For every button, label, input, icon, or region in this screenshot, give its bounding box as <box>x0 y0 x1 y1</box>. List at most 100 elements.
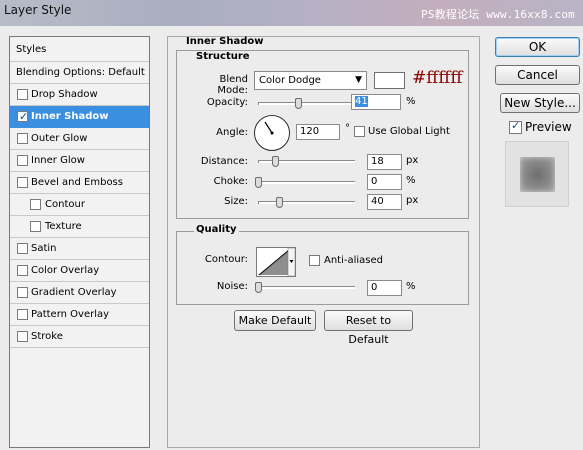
noise-slider[interactable] <box>258 286 355 289</box>
checkmark-icon: ✓ <box>511 119 521 132</box>
chevron-down-icon: ▼ <box>355 75 362 85</box>
style-item-bevel-emboss[interactable]: Bevel and Emboss <box>10 172 149 194</box>
size-slider[interactable] <box>258 201 355 204</box>
blending-options-item[interactable]: Blending Options: Default <box>10 62 149 84</box>
style-item-stroke[interactable]: Stroke <box>10 326 149 348</box>
checkmark-icon: ✓ <box>19 110 29 123</box>
inner-shadow-panel: Inner Shadow Structure Blend Mode: Color… <box>167 36 480 448</box>
style-item-inner-shadow[interactable]: ✓ Inner Shadow <box>10 106 149 128</box>
styles-header-label: Styles <box>16 44 47 55</box>
texture-checkbox[interactable] <box>30 221 41 232</box>
ok-button[interactable]: OK <box>495 37 580 57</box>
style-item-satin[interactable]: Satin <box>10 238 149 260</box>
inner-shadow-checkbox[interactable]: ✓ <box>17 110 28 123</box>
choke-label: Choke: <box>213 176 248 187</box>
noise-label: Noise: <box>216 281 248 292</box>
global-light-label: Use Global Light <box>368 126 450 137</box>
size-slider-thumb[interactable] <box>276 197 283 208</box>
styles-list: Styles Blending Options: Default Drop Sh… <box>9 36 150 448</box>
inner-glow-checkbox[interactable] <box>17 155 28 166</box>
angle-needle-icon <box>264 121 274 135</box>
styles-header[interactable]: Styles <box>10 37 149 62</box>
make-default-label: Make Default <box>238 314 312 327</box>
style-item-color-overlay[interactable]: Color Overlay <box>10 260 149 282</box>
size-unit: px <box>406 195 419 206</box>
drop-shadow-checkbox[interactable] <box>17 89 28 100</box>
anti-aliased-label: Anti-aliased <box>324 255 384 266</box>
style-item-label: Pattern Overlay <box>31 309 110 320</box>
shadow-color-swatch[interactable] <box>374 72 405 89</box>
noise-value: 0 <box>371 282 378 293</box>
new-style-label: New Style... <box>504 96 576 110</box>
contour-checkbox[interactable] <box>30 199 41 210</box>
style-item-inner-glow[interactable]: Inner Glow <box>10 150 149 172</box>
contour-picker[interactable] <box>256 247 296 277</box>
size-value: 40 <box>371 196 384 207</box>
style-item-label: Contour <box>45 199 85 210</box>
pattern-overlay-checkbox[interactable] <box>17 309 28 320</box>
style-item-label: Texture <box>45 221 82 232</box>
choke-input[interactable]: 0 <box>367 174 402 190</box>
outer-glow-checkbox[interactable] <box>17 133 28 144</box>
distance-unit: px <box>406 155 419 166</box>
blend-mode-select[interactable]: Color Dodge ▼ <box>254 71 367 90</box>
reset-default-label: Reset to Default <box>345 314 392 346</box>
style-item-label: Inner Shadow <box>31 111 109 122</box>
noise-slider-thumb[interactable] <box>255 282 262 293</box>
new-style-button[interactable]: New Style... <box>500 93 580 113</box>
preview-checkbox[interactable]: ✓ <box>509 119 522 134</box>
opacity-slider-thumb[interactable] <box>295 98 302 109</box>
satin-checkbox[interactable] <box>17 243 28 254</box>
gradient-overlay-checkbox[interactable] <box>17 287 28 298</box>
style-item-drop-shadow[interactable]: Drop Shadow <box>10 84 149 106</box>
hex-annotation: #ffffff <box>412 68 463 88</box>
size-label: Size: <box>224 196 248 207</box>
preview-label: Preview <box>525 120 572 134</box>
angle-dial[interactable] <box>254 115 290 151</box>
distance-slider-thumb[interactable] <box>272 156 279 167</box>
choke-unit: % <box>406 175 416 186</box>
color-overlay-checkbox[interactable] <box>17 265 28 276</box>
quality-title: Quality <box>194 224 239 235</box>
distance-input[interactable]: 18 <box>367 154 402 170</box>
cancel-button[interactable]: Cancel <box>495 65 580 85</box>
style-item-pattern-overlay[interactable]: Pattern Overlay <box>10 304 149 326</box>
opacity-input[interactable]: 41 <box>351 94 401 110</box>
global-light-checkbox[interactable] <box>354 126 365 137</box>
angle-value: 120 <box>300 126 320 137</box>
angle-input[interactable]: 120 <box>296 124 340 140</box>
preview-swatch <box>520 157 555 192</box>
window-title: Layer Style <box>4 3 72 17</box>
ok-label: OK <box>528 40 547 54</box>
style-item-gradient-overlay[interactable]: Gradient Overlay <box>10 282 149 304</box>
style-item-label: Satin <box>31 243 57 254</box>
style-item-label: Drop Shadow <box>31 89 98 100</box>
stroke-checkbox[interactable] <box>17 331 28 342</box>
style-item-label: Stroke <box>31 331 63 342</box>
opacity-slider[interactable] <box>258 102 355 105</box>
structure-title: Structure <box>194 51 252 62</box>
angle-label: Angle: <box>216 127 248 138</box>
bevel-emboss-checkbox[interactable] <box>17 177 28 188</box>
blend-mode-value: Color Dodge <box>259 75 321 86</box>
distance-value: 18 <box>371 156 384 167</box>
choke-slider[interactable] <box>258 181 355 184</box>
style-item-outer-glow[interactable]: Outer Glow <box>10 128 149 150</box>
watermark: PS教程论坛 www.16xx8.com <box>421 8 575 21</box>
distance-label: Distance: <box>200 156 248 167</box>
style-item-label: Outer Glow <box>31 133 88 144</box>
style-item-contour[interactable]: Contour <box>10 194 149 216</box>
panel-title: Inner Shadow <box>186 36 264 47</box>
style-item-label: Gradient Overlay <box>31 287 117 298</box>
contour-label: Contour: <box>204 254 248 265</box>
reset-default-button[interactable]: Reset to Default <box>324 310 413 346</box>
noise-input[interactable]: 0 <box>367 280 402 296</box>
opacity-value: 41 <box>355 96 368 107</box>
choke-slider-thumb[interactable] <box>255 177 262 188</box>
style-item-texture[interactable]: Texture <box>10 216 149 238</box>
make-default-button[interactable]: Make Default <box>234 310 316 331</box>
preview-thumbnail <box>505 141 569 207</box>
blend-mode-label: Blend Mode: <box>217 74 248 96</box>
size-input[interactable]: 40 <box>367 194 402 210</box>
anti-aliased-checkbox[interactable] <box>309 255 320 266</box>
